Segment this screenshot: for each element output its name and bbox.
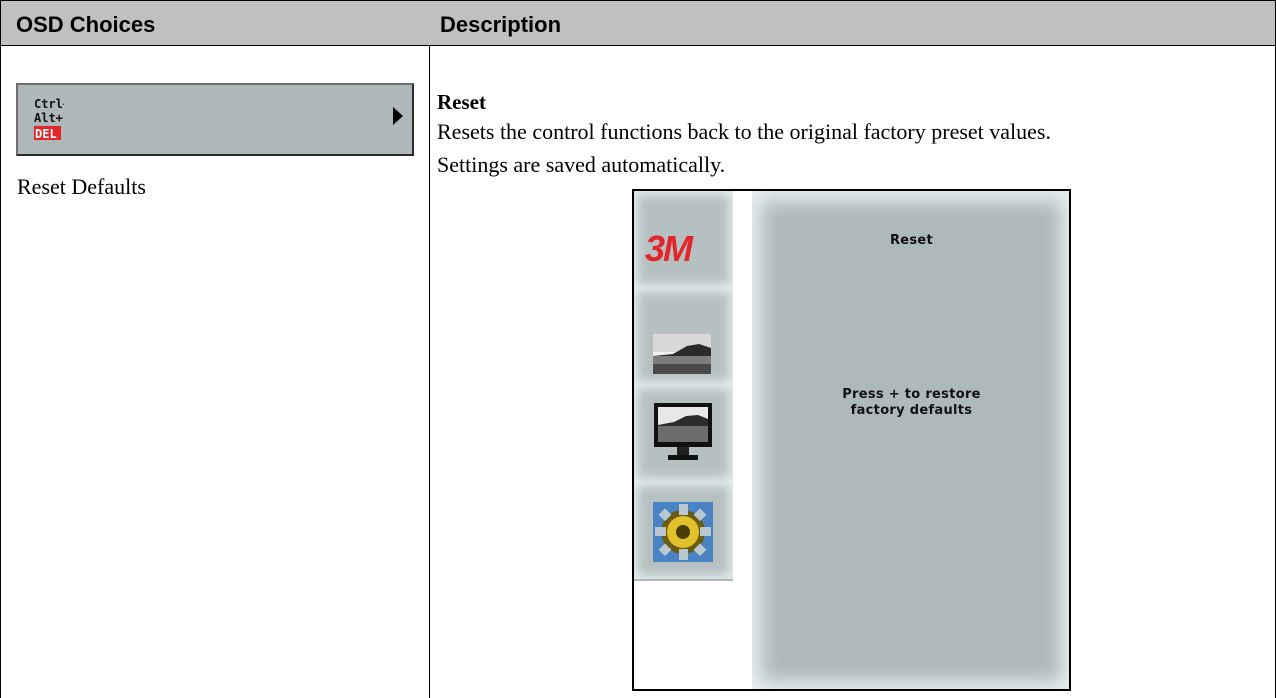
osd-message-line-2: factory defaults <box>850 403 973 418</box>
header-divider <box>0 45 1276 46</box>
monitor-icon <box>654 403 712 460</box>
submenu-arrow-icon <box>393 107 403 125</box>
osd-tab-display <box>634 385 733 482</box>
osd-menu-item-reset[interactable]: Ctrl+ Alt+ DEL <box>16 83 414 156</box>
column-divider <box>429 0 430 698</box>
osd-message-line-1: Press + to restore <box>842 387 981 402</box>
description-line-1: Resets the control functions back to the… <box>437 119 1051 144</box>
icon-del-text: DEL <box>35 127 57 141</box>
osd-screen-image: 3M Reset Press + to restore factory defa… <box>632 189 1071 691</box>
osd-panel-title: Reset <box>889 233 934 248</box>
3m-logo-icon: 3M <box>645 228 693 269</box>
icon-alt-text: Alt+ <box>34 111 63 125</box>
settings-gear-icon <box>653 502 713 562</box>
table-border-left <box>0 0 1 698</box>
osd-content-panel: Reset Press + to restore factory default… <box>752 191 1069 689</box>
ctrl-alt-del-icon: Ctrl+ Alt+ DEL <box>34 97 64 141</box>
icon-ctrl-text: Ctrl+ <box>34 97 64 111</box>
osd-sidebar: 3M <box>634 191 733 581</box>
osd-item-label: Reset Defaults <box>17 174 146 199</box>
column-header-description: Description <box>440 12 562 37</box>
description-line-2: Settings are saved automatically. <box>437 152 726 177</box>
column-header-osd-choices: OSD Choices <box>16 12 156 37</box>
description-title: Reset <box>437 90 486 114</box>
table-header-row: OSD Choices Description <box>1 1 1275 45</box>
osd-tab-picture <box>634 288 733 385</box>
osd-tab-brand: 3M <box>634 191 733 288</box>
osd-tab-settings <box>634 482 733 579</box>
picture-icon <box>653 334 711 374</box>
